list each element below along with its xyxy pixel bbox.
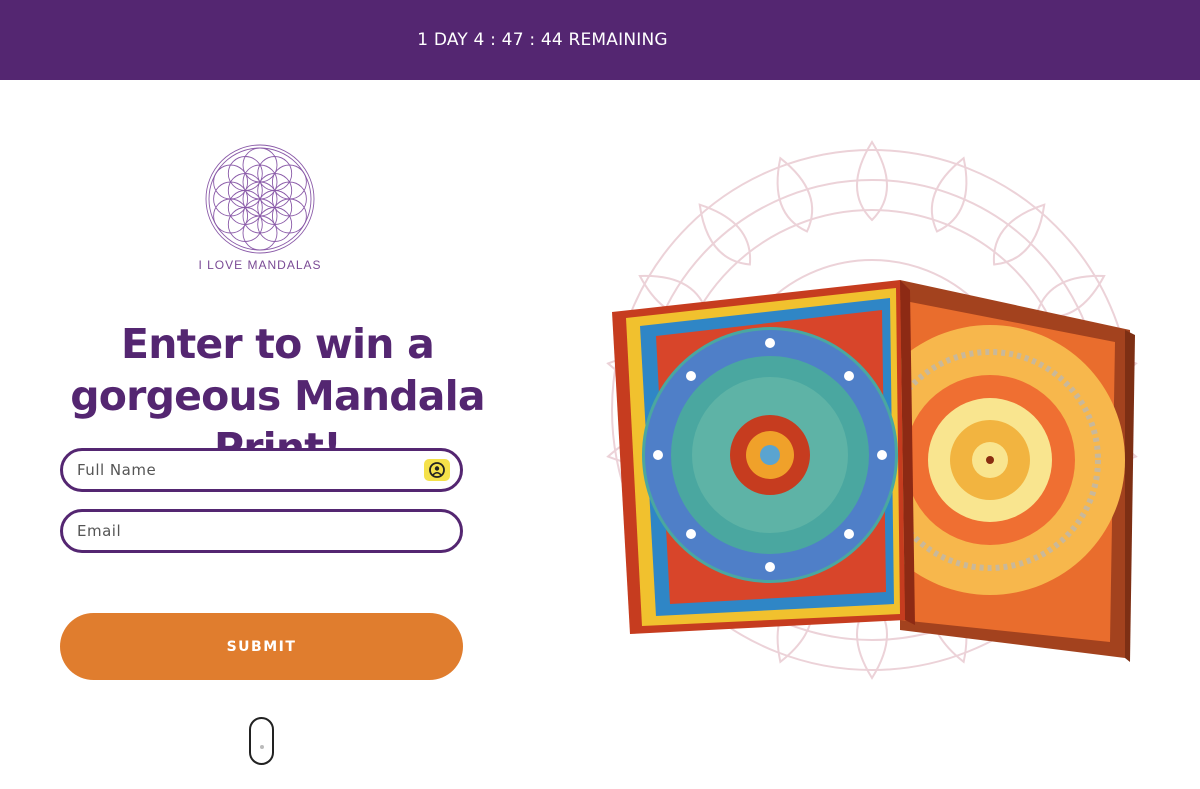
logo: I LOVE MANDALAS (190, 140, 330, 280)
full-name-input[interactable] (77, 461, 407, 479)
submit-button[interactable]: SUBMIT (60, 613, 463, 680)
scroll-down-indicator[interactable] (249, 717, 274, 765)
countdown-text: 1 DAY 4 : 47 : 44 REMAINING (417, 30, 668, 50)
email-input[interactable] (77, 522, 407, 540)
countdown-bar: 1 DAY 4 : 47 : 44 REMAINING (0, 0, 1200, 80)
hero-image (570, 130, 1200, 784)
scroll-dot (260, 745, 264, 749)
full-name-field[interactable] (60, 448, 463, 492)
mandala-canvas-prints-image (606, 140, 1138, 680)
email-field[interactable] (60, 509, 463, 553)
autofill-contact-icon[interactable] (424, 459, 450, 481)
geometric-mandala-canvas (612, 280, 915, 634)
flower-of-life-icon (205, 144, 315, 254)
logo-text: I LOVE MANDALAS (198, 258, 322, 272)
